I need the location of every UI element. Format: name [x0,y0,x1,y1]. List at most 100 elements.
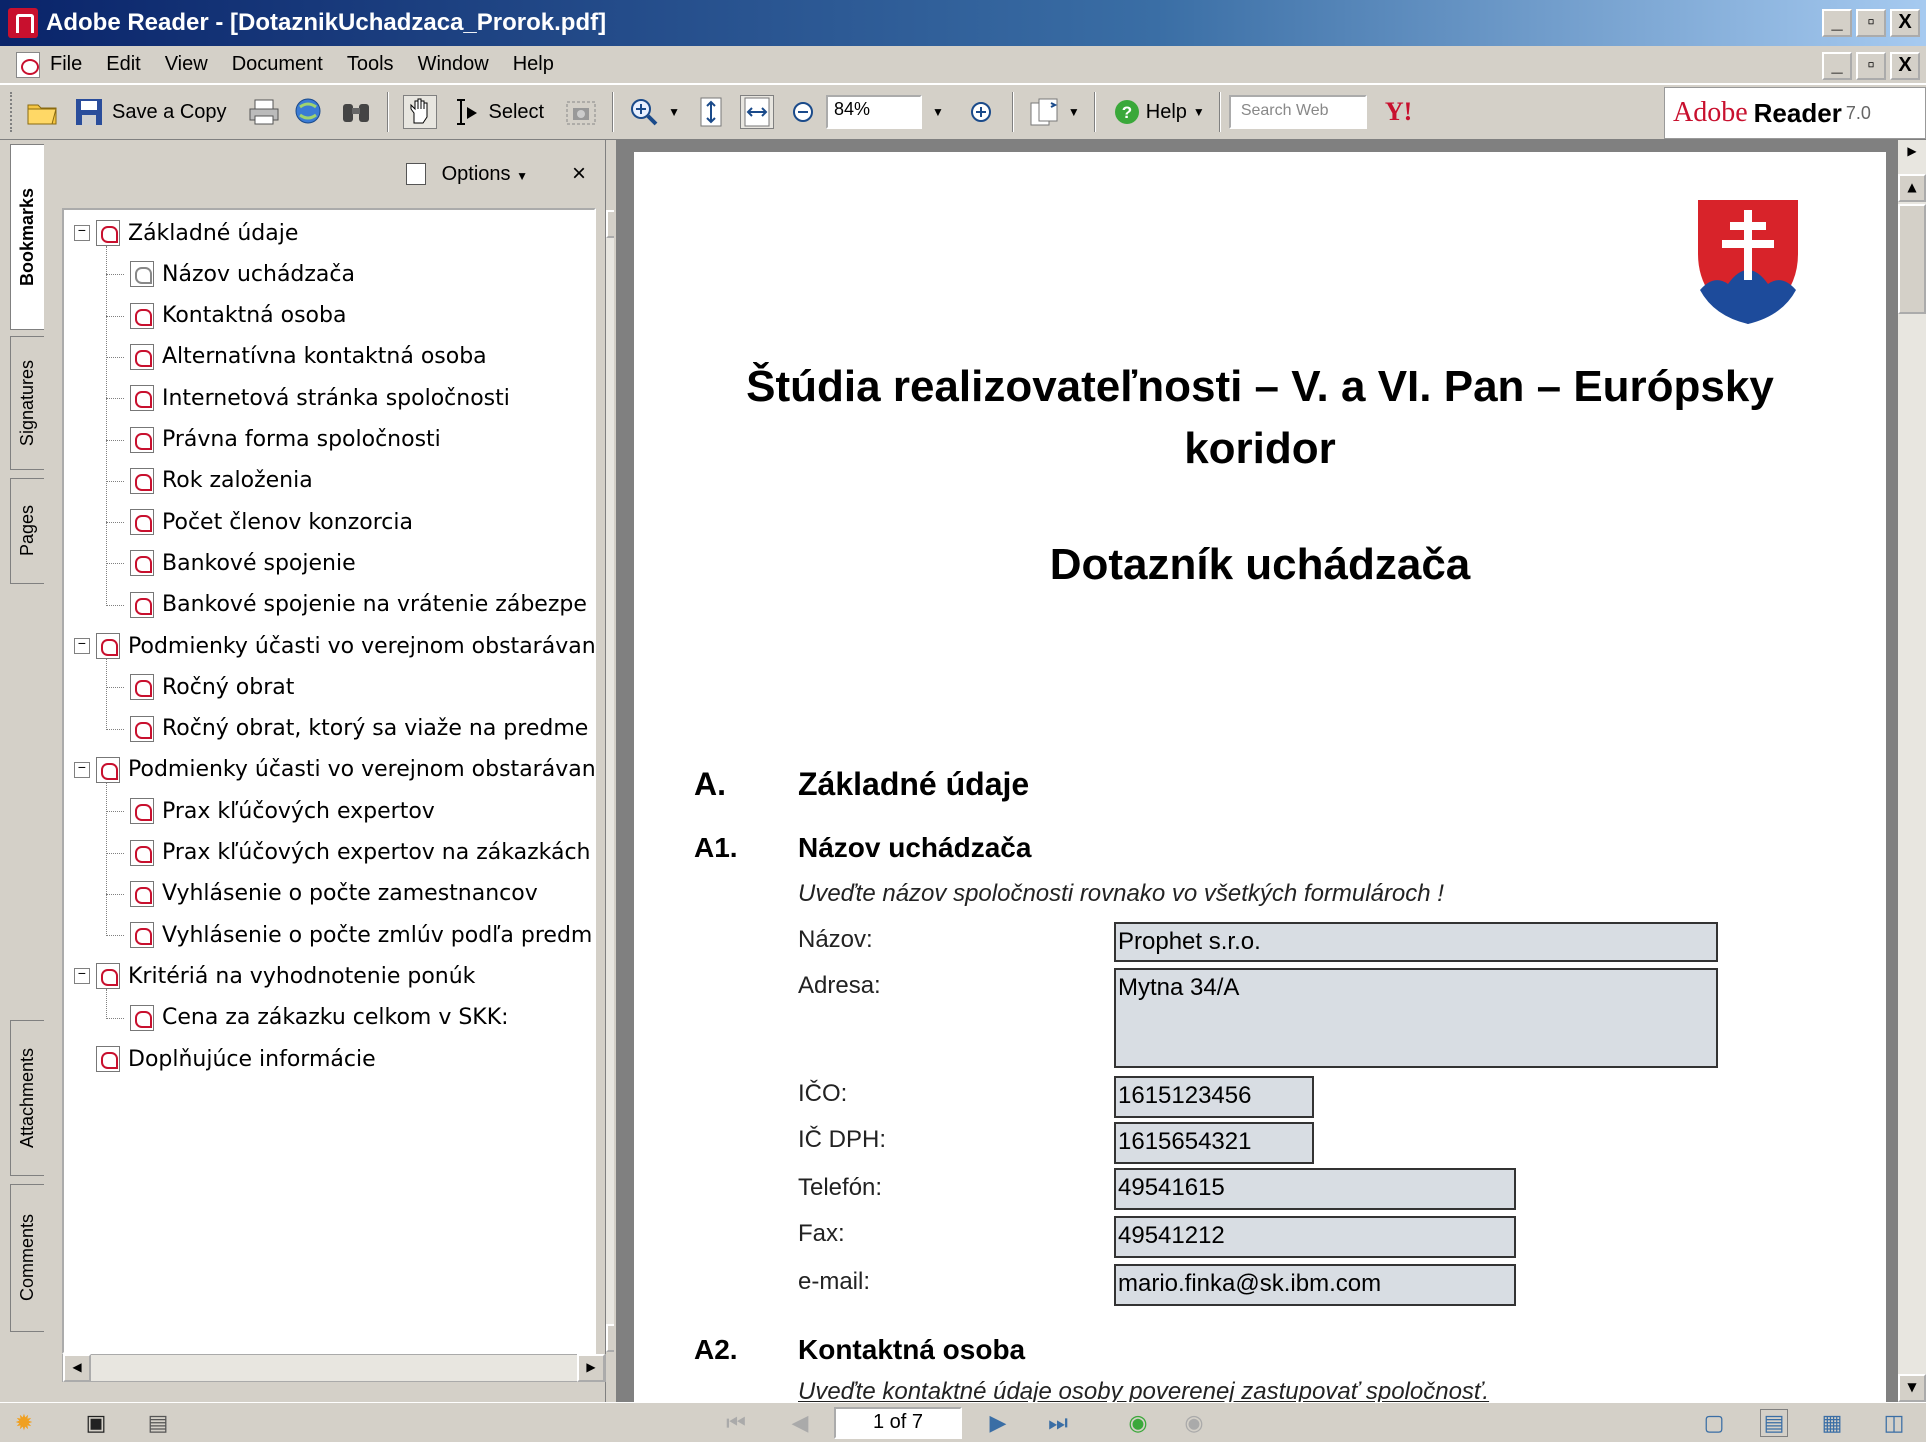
menu-tools[interactable]: Tools [347,53,394,76]
bookmark-item[interactable]: Ročný obrat [130,670,294,704]
page-number-field[interactable]: 1 of 7 [834,1407,962,1439]
menu-edit[interactable]: Edit [106,53,140,76]
go-forward-icon[interactable]: ◉ [1180,1409,1208,1437]
rotate-view-icon[interactable] [1028,95,1062,129]
tab-bookmarks[interactable]: Bookmarks [10,144,44,330]
close-button[interactable]: X [1890,9,1920,37]
tab-pages[interactable]: Pages [10,478,44,584]
monitor-icon[interactable]: ▣ [82,1409,110,1437]
doc-maximize-button[interactable]: ▫ [1856,52,1886,80]
single-page-icon[interactable]: ▢ [1700,1409,1728,1437]
bookmark-item[interactable]: Bankové spojenie [130,546,356,580]
zoom-in-icon[interactable] [964,95,998,129]
collapse-toggle-icon[interactable]: − [74,225,90,241]
document-properties-icon[interactable]: ▤ [144,1409,172,1437]
scroll-up-button[interactable]: ▲ [1898,174,1926,202]
scrollbar-thumb[interactable] [1898,204,1926,314]
bookmarks-horizontal-scrollbar[interactable]: ◀ ▶ [62,1354,606,1382]
help-button[interactable]: Help [1146,101,1187,124]
maximize-button[interactable]: ▫ [1856,9,1886,37]
document-icon[interactable] [16,51,40,78]
collapse-toggle-icon[interactable]: − [74,638,90,654]
tab-comments[interactable]: Comments [10,1184,44,1332]
print-icon[interactable] [247,95,281,129]
continuous-facing-icon[interactable]: ◫ [1880,1409,1908,1437]
bookmark-item[interactable]: Kontaktná osoba [130,299,346,333]
open-folder-icon[interactable] [26,95,60,129]
scroll-left-button[interactable]: ◀ [63,1354,91,1382]
last-page-icon[interactable]: ⏭ [1044,1409,1072,1437]
help-dropdown-icon[interactable]: ▼ [1193,105,1205,119]
select-tool-button[interactable]: Select [489,101,545,124]
menu-document[interactable]: Document [232,53,323,76]
bookmark-item[interactable]: − Kritériá na vyhodnotenie ponúk [74,959,475,993]
pane-expand-icon[interactable]: ▶ [1898,140,1926,168]
tab-signatures[interactable]: Signatures [10,336,44,470]
zoom-in-tool-icon[interactable] [628,95,662,129]
bookmark-item[interactable]: Rok založenia [130,464,313,498]
bookmark-item[interactable]: Názov uchádzača [130,257,355,291]
bookmark-item[interactable]: − Základné údaje [74,216,298,250]
bookmark-item[interactable]: Internetová stránka spoločnosti [130,381,510,415]
bookmark-item[interactable]: Prax kľúčových expertov [130,794,435,828]
scroll-down-button[interactable]: ▼ [1898,1374,1926,1402]
toolbar-grip[interactable] [10,92,14,132]
zoom-out-icon[interactable] [786,95,820,129]
scroll-right-button[interactable]: ▶ [577,1354,605,1382]
bookmark-item[interactable]: Vyhlásenie o počte zmlúv podľa predm [130,918,592,952]
yahoo-search-button[interactable]: Y! [1385,97,1412,127]
first-page-icon[interactable]: ⏮ [722,1409,750,1437]
save-copy-button[interactable]: Save a Copy [112,101,227,124]
search-web-input[interactable]: Search Web [1228,95,1367,129]
options-icon[interactable] [405,163,426,185]
bookmark-item[interactable]: Počet členov konzorcia [130,505,413,539]
fax-field[interactable]: 49541212 [1114,1216,1516,1258]
next-page-icon[interactable]: ▶ [984,1409,1012,1437]
doc-minimize-button[interactable]: _ [1822,52,1852,80]
name-field[interactable]: Prophet s.r.o. [1114,922,1718,962]
zoom-level-input[interactable]: 84% [826,95,922,129]
bookmark-item[interactable]: − Podmienky účasti vo verejnom obstarávan [74,753,594,787]
bookmark-item[interactable]: Prax kľúčových expertov na zákazkách [130,836,591,870]
go-back-icon[interactable]: ◉ [1124,1409,1152,1437]
document-view[interactable]: Štúdia realizovateľnosti – V. a VI. Pan … [614,140,1898,1402]
bookmark-item[interactable]: Doplňujúce informácie [74,1042,376,1076]
vat-id-field[interactable]: 1615654321 [1114,1122,1314,1164]
continuous-icon[interactable]: ▤ [1760,1409,1788,1437]
collapse-toggle-icon[interactable]: − [74,968,90,985]
minimize-button[interactable]: _ [1822,9,1852,37]
facing-icon[interactable]: ▦ [1818,1409,1846,1437]
actual-size-icon[interactable] [694,95,728,129]
options-menu-button[interactable]: Options ▼ [442,163,528,186]
bookmark-item[interactable]: − Podmienky účasti vo verejnom obstarávan [74,629,594,663]
fit-width-icon[interactable] [740,95,774,129]
tab-attachments[interactable]: Attachments [10,1020,44,1176]
bookmark-item[interactable]: Alternatívna kontaktná osoba [130,340,487,374]
bookmark-item[interactable]: Ročný obrat, ktorý sa viaže na predme [130,712,588,746]
rotate-dropdown-icon[interactable]: ▼ [1068,105,1080,119]
bookmark-item[interactable]: Bankové spojenie na vrátenie zábezpe [130,588,587,622]
find-binoculars-icon[interactable] [339,95,373,129]
snapshot-camera-icon[interactable] [564,95,598,129]
zoom-tool-dropdown-icon[interactable]: ▼ [668,105,680,119]
collapse-toggle-icon[interactable]: − [74,761,90,778]
save-icon[interactable] [72,95,106,129]
close-panel-icon[interactable]: × [572,160,586,188]
menu-file[interactable]: File [50,53,82,76]
email-field[interactable]: mario.finka@sk.ibm.com [1114,1264,1516,1306]
phone-field[interactable]: 49541615 [1114,1168,1516,1210]
previous-page-icon[interactable]: ◀ [786,1409,814,1437]
ico-field[interactable]: 1615123456 [1114,1076,1314,1118]
hand-tool-icon[interactable] [402,95,437,129]
bookmark-item[interactable]: Vyhlásenie o počte zamestnancov [130,877,538,911]
help-icon[interactable]: ? [1110,95,1144,129]
select-text-icon[interactable] [449,95,483,129]
bookmark-item[interactable]: Právna forma spoločnosti [130,423,441,457]
address-field[interactable]: Mytna 34/A [1114,968,1718,1068]
email-globe-icon[interactable] [293,95,327,129]
document-vertical-scrollbar[interactable]: ▶ ▲ ▼ [1898,140,1926,1402]
menu-view[interactable]: View [165,53,208,76]
zoom-level-dropdown-icon[interactable]: ▼ [932,105,944,119]
bookmark-item[interactable]: Cena za zákazku celkom v SKK: [130,1001,509,1035]
menu-window[interactable]: Window [418,53,489,76]
